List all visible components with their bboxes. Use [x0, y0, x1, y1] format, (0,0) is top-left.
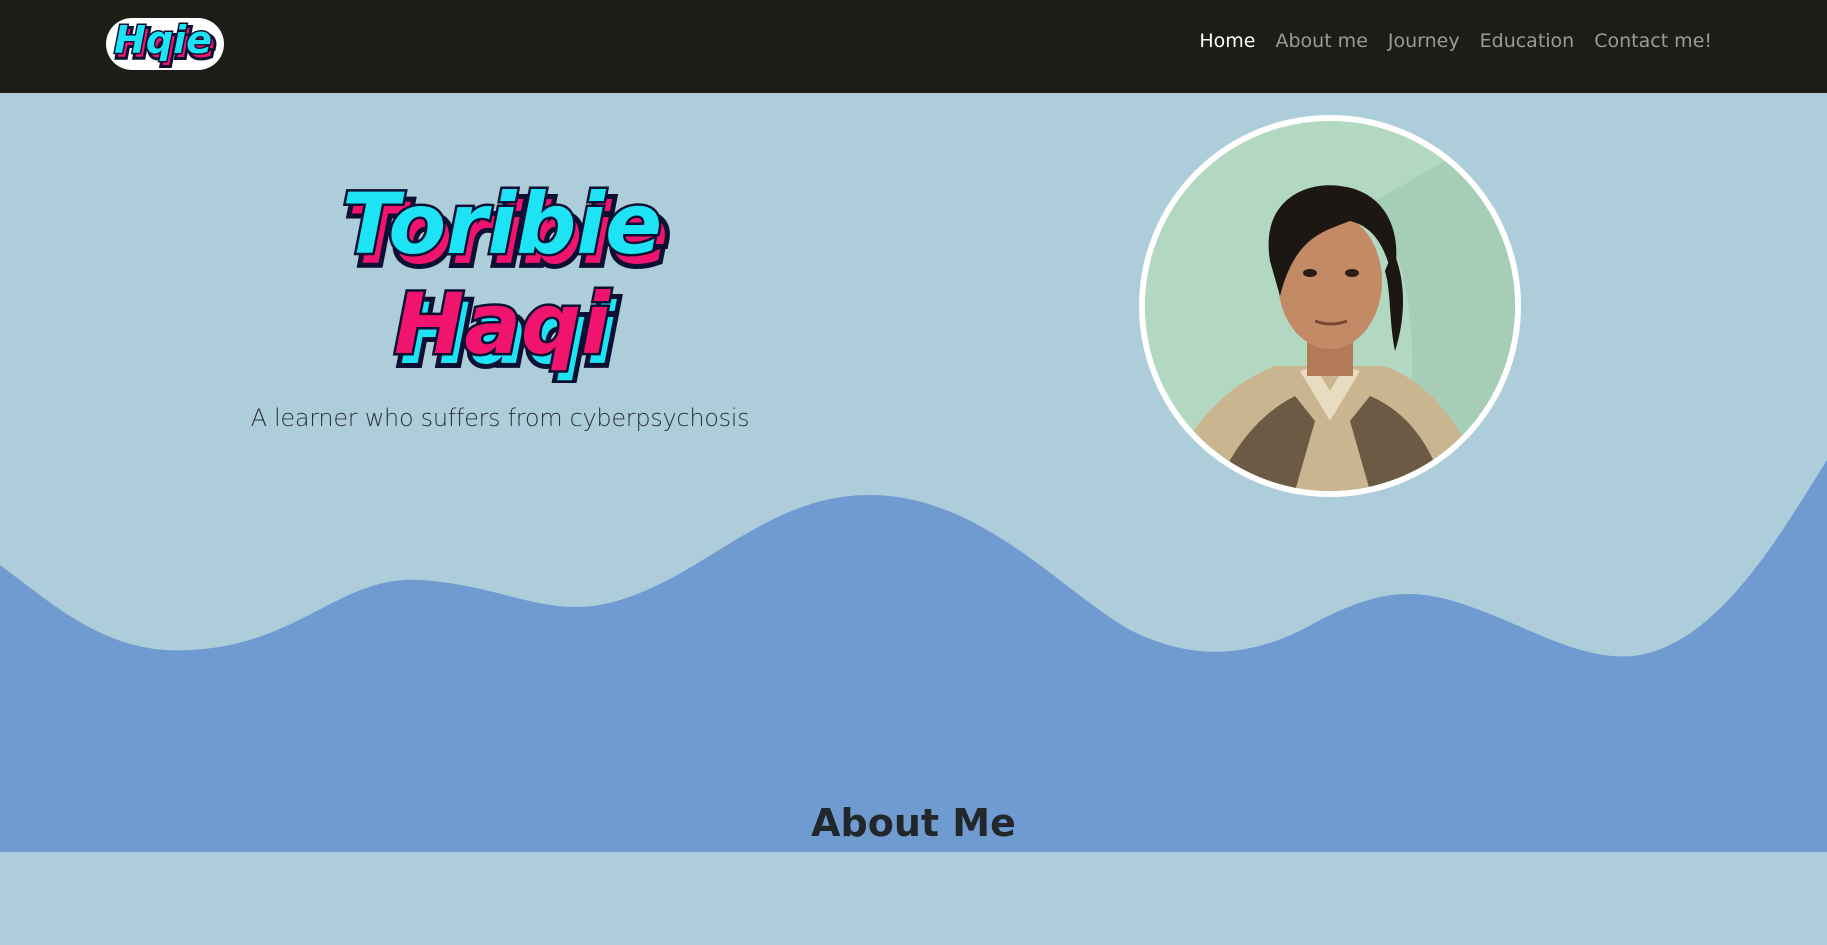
nav-link-journey[interactable]: Journey: [1388, 30, 1460, 52]
profile-photo: [1139, 115, 1521, 497]
nav-link-education[interactable]: Education: [1480, 30, 1575, 52]
brand-logo[interactable]: Hqie Hqie: [104, 10, 228, 78]
svg-text:Hqie: Hqie: [114, 18, 212, 62]
hero-tagline: A learner who suffers from cyberpsychosi…: [250, 404, 750, 432]
svg-text:Haqi: Haqi: [394, 275, 611, 373]
nav-links: Home About me Journey Education Contact …: [1199, 30, 1712, 52]
name-logo: Toribie Toribie Haqi Haqi: [340, 173, 673, 384]
nav-link-home[interactable]: Home: [1199, 30, 1255, 52]
svg-text:Toribie: Toribie: [342, 175, 662, 273]
hero-section: Toribie Toribie Haqi Haqi A learner who …: [0, 93, 1827, 945]
nav-link-about[interactable]: About me: [1275, 30, 1367, 52]
navbar: Hqie Hqie Home About me Journey Educatio…: [0, 0, 1827, 93]
about-section-title: About Me: [811, 801, 1016, 845]
profile-photo-icon: [1145, 121, 1515, 491]
nav-link-contact[interactable]: Contact me!: [1594, 30, 1712, 52]
